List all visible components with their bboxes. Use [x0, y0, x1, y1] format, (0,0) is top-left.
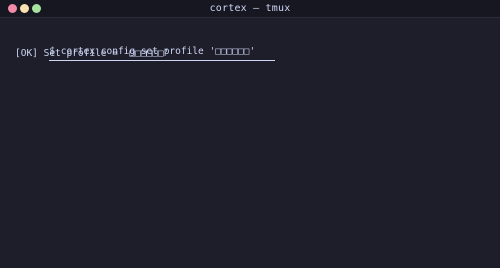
- terminal-output[interactable]: $ cortex config set profile '□□□□□□' [OK…: [15, 31, 490, 61]
- terminal-window: cortex — tmux $ cortex config set profil…: [0, 0, 500, 268]
- title-bar: cortex — tmux: [0, 0, 500, 18]
- command-line-row: $ cortex config set profile '□□□□□□': [15, 31, 490, 61]
- window-title: cortex — tmux: [209, 3, 291, 14]
